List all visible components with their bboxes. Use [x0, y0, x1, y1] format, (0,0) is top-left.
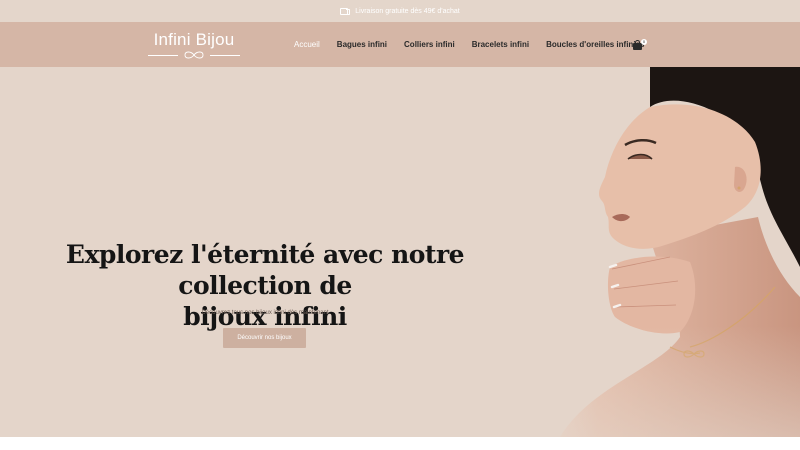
truck-icon	[340, 7, 351, 15]
infinity-icon	[184, 51, 204, 59]
cart-button[interactable]: 0	[632, 39, 648, 51]
site-logo[interactable]: Infini Bijou	[146, 30, 242, 62]
logo-divider-left	[148, 55, 178, 56]
hero-banner: Explorez l'éternité avec notre collectio…	[0, 67, 800, 437]
hero-headline-line2: bijoux infini	[183, 302, 347, 331]
cart-count-badge: 0	[641, 39, 647, 45]
nav-item-bracelets[interactable]: Bracelets infini	[472, 40, 529, 49]
nav-item-accueil[interactable]: Accueil	[294, 40, 320, 49]
page-section-below	[0, 437, 800, 450]
hero-headline: Explorez l'éternité avec notre collectio…	[0, 239, 530, 332]
hero-model-image	[530, 67, 800, 437]
main-nav: Accueil Bagues infini Colliers infini Br…	[294, 40, 644, 49]
logo-text: Infini Bijou	[153, 30, 235, 49]
shipping-text: Livraison gratuite dès 49€ d'achat	[355, 7, 460, 15]
nav-item-colliers[interactable]: Colliers infini	[404, 40, 455, 49]
site-header: Infini Bijou Accueil Bagues infini Colli…	[0, 22, 800, 67]
discover-jewelry-button[interactable]: Découvrir nos bijoux	[223, 328, 306, 348]
announcement-bar: Livraison gratuite dès 49€ d'achat	[0, 0, 800, 22]
hero-subtext: Découvrez tous nos bijoux infini dès mai…	[201, 310, 329, 316]
nav-item-bagues[interactable]: Bagues infini	[337, 40, 387, 49]
hero-headline-line1: Explorez l'éternité avec notre collectio…	[65, 240, 465, 300]
nav-item-boucles[interactable]: Boucles d'oreilles infinies	[546, 40, 644, 49]
logo-divider-right	[210, 55, 240, 56]
